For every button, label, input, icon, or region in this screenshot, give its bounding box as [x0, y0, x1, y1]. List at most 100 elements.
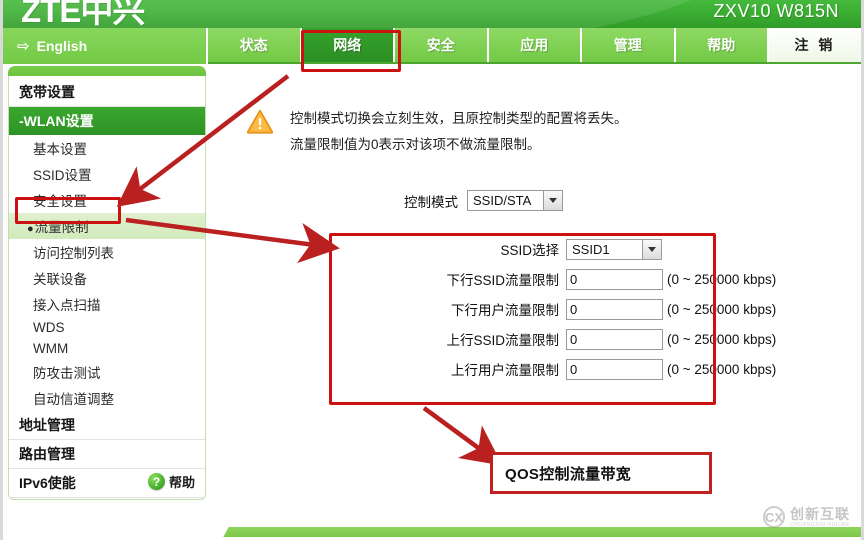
sidebar-item-access-control-list-label: 访问控制列表 — [33, 246, 114, 261]
sidebar-item-route-management[interactable]: 路由管理 — [9, 440, 205, 469]
sidebar: 宽带设置 -WLAN设置 基本设置 SSID设置 安全设置 ●流量限制 访问控制… — [8, 66, 206, 500]
uplink-ssid-limit-row: 上行SSID流量限制 (0 ~ 250000 kbps) — [334, 328, 834, 350]
downlink-user-limit-input[interactable] — [566, 298, 663, 320]
downlink-ssid-limit-input[interactable] — [566, 268, 663, 290]
sidebar-item-access-control-list[interactable]: 访问控制列表 — [9, 239, 205, 265]
arrow-right-icon: ⇨ — [17, 37, 30, 55]
notice-line-1: 控制模式切换会立刻生效，且原控制类型的配置将丢失。 — [290, 111, 628, 126]
page-left-border — [0, 0, 3, 540]
control-mode-label: 控制模式 — [404, 194, 458, 210]
tab-application[interactable]: 应用 — [488, 28, 582, 62]
router-admin-page: ZTE中兴 ZXV10 W815N ⇨ English 状态 网络 安全 应用 … — [0, 0, 864, 540]
downlink-user-limit-row: 下行用户流量限制 (0 ~ 250000 kbps) — [334, 298, 834, 320]
zte-logo: ZTE中兴 — [21, 0, 145, 28]
sidebar-item-address-management[interactable]: 地址管理 — [9, 411, 205, 440]
uplink-ssid-limit-label: 上行SSID流量限制 — [446, 333, 559, 348]
sidebar-header-strip — [8, 66, 206, 76]
annotation-callout-qos: QOS控制流量带宽 — [490, 452, 712, 494]
control-mode-row: 控制模式 SSID/STA — [404, 190, 563, 211]
footer-bar — [210, 527, 861, 537]
sidebar-help-label: 帮助 — [168, 475, 195, 490]
notice-block: 控制模式切换会立刻生效，且原控制类型的配置将丢失。 流量限制值为0表示对该项不做… — [246, 106, 628, 158]
notice-text: 控制模式切换会立刻生效，且原控制类型的配置将丢失。 流量限制值为0表示对该项不做… — [290, 106, 628, 158]
downlink-ssid-limit-label: 下行SSID流量限制 — [446, 273, 559, 288]
tab-security[interactable]: 安全 — [395, 28, 489, 62]
watermark-cn: 创新互联 — [790, 505, 850, 522]
uplink-user-limit-input[interactable] — [566, 358, 663, 380]
uplink-ssid-limit-input[interactable] — [566, 328, 663, 350]
language-switch-label: English — [36, 38, 88, 54]
tab-security-label: 安全 — [426, 37, 455, 53]
tab-help-label: 帮助 — [707, 37, 736, 53]
tab-help[interactable]: 帮助 — [675, 28, 769, 62]
chevron-down-icon[interactable] — [543, 191, 562, 210]
sidebar-item-wds[interactable]: WDS — [9, 317, 205, 338]
tab-network[interactable]: 网络 — [301, 28, 395, 62]
logout-label: 注 销 — [794, 37, 836, 53]
tab-management-label: 管理 — [613, 37, 642, 53]
uplink-user-limit-hint: (0 ~ 250000 kbps) — [667, 361, 777, 377]
sidebar-item-ssid-settings[interactable]: SSID设置 — [9, 161, 205, 187]
tab-status[interactable]: 状态 — [208, 28, 302, 62]
sidebar-item-ipv6-enable-label: IPv6使能 — [19, 475, 76, 491]
sidebar-item-ap-scan[interactable]: 接入点扫描 — [9, 291, 205, 317]
language-switch-english[interactable]: ⇨ English — [3, 28, 208, 64]
watermark-en: CHUANGXIN HULIAN — [790, 521, 850, 528]
sidebar-item-traffic-limit[interactable]: ●流量限制 — [9, 213, 205, 239]
sidebar-item-anti-attack-test-label: 防攻击测试 — [33, 366, 101, 381]
sidebar-item-broadband-label: 宽带设置 — [19, 84, 75, 100]
sidebar-item-security-settings-label: 安全设置 — [33, 194, 87, 209]
ssid-select[interactable]: SSID1 — [566, 238, 662, 260]
watermark-logo: CX — [763, 506, 785, 528]
tab-management[interactable]: 管理 — [582, 28, 676, 62]
sidebar-item-basic-settings-label: 基本设置 — [33, 142, 87, 157]
annotation-callout-qos-label: QOS控制流量带宽 — [505, 465, 632, 483]
sidebar-item-wlan-label: -WLAN设置 — [19, 113, 94, 129]
bullet-icon: ● — [27, 223, 34, 235]
watermark: CX 创新互联 CHUANGXIN HULIAN — [763, 506, 850, 528]
watermark-text: 创新互联 CHUANGXIN HULIAN — [790, 507, 850, 528]
sidebar-item-wds-label: WDS — [33, 320, 65, 335]
sidebar-item-auto-channel[interactable]: 自动信道调整 — [9, 385, 205, 411]
tab-network-label: 网络 — [333, 37, 362, 53]
sidebar-item-route-management-label: 路由管理 — [19, 446, 75, 462]
notice-line-2: 流量限制值为0表示对该项不做流量限制。 — [290, 137, 541, 152]
downlink-ssid-limit-hint: (0 ~ 250000 kbps) — [667, 271, 777, 287]
sidebar-item-wmm[interactable]: WMM — [9, 338, 205, 359]
tab-application-label: 应用 — [520, 37, 549, 53]
warning-triangle-icon — [246, 108, 274, 134]
page-header: ZTE中兴 ZXV10 W815N — [3, 0, 861, 28]
chevron-down-icon[interactable] — [642, 239, 661, 259]
sidebar-item-associated-devices[interactable]: 关联设备 — [9, 265, 205, 291]
device-model-label: ZXV10 W815N — [713, 1, 839, 21]
logout-button[interactable]: 注 销 — [769, 28, 861, 62]
sidebar-item-security-settings[interactable]: 安全设置 — [9, 187, 205, 213]
ssid-select-row: SSID选择 SSID1 — [334, 238, 834, 260]
sidebar-item-broadband[interactable]: 宽带设置 — [9, 78, 205, 107]
sidebar-item-associated-devices-label: 关联设备 — [33, 272, 87, 287]
question-mark-icon: ? — [147, 473, 165, 490]
sidebar-item-basic-settings[interactable]: 基本设置 — [9, 135, 205, 161]
sidebar-item-anti-attack-test[interactable]: 防攻击测试 — [9, 359, 205, 385]
main-navigation: ⇨ English 状态 网络 安全 应用 管理 帮助 注 销 — [3, 28, 861, 64]
tab-status-label: 状态 — [239, 37, 268, 53]
downlink-ssid-limit-row: 下行SSID流量限制 (0 ~ 250000 kbps) — [334, 268, 834, 290]
downlink-user-limit-hint: (0 ~ 250000 kbps) — [667, 301, 777, 317]
sidebar-item-address-management-label: 地址管理 — [19, 417, 75, 433]
sidebar-item-ssid-settings-label: SSID设置 — [33, 168, 92, 183]
traffic-limit-form: SSID选择 SSID1 下行SSID流量限制 (0 ~ 250000 kbps… — [334, 238, 834, 388]
sidebar-help-link[interactable]: ? 帮助 — [147, 472, 195, 491]
main-content: 控制模式切换会立刻生效，且原控制类型的配置将丢失。 流量限制值为0表示对该项不做… — [214, 66, 854, 500]
sidebar-menu: 宽带设置 -WLAN设置 基本设置 SSID设置 安全设置 ●流量限制 访问控制… — [8, 76, 206, 500]
sidebar-item-wlan[interactable]: -WLAN设置 — [9, 107, 205, 135]
ssid-select-value: SSID1 — [572, 241, 610, 257]
sidebar-item-auto-channel-label: 自动信道调整 — [33, 392, 114, 407]
control-mode-select[interactable]: SSID/STA — [467, 190, 563, 211]
control-mode-value: SSID/STA — [473, 193, 532, 208]
downlink-user-limit-label: 下行用户流量限制 — [451, 303, 559, 318]
sidebar-item-wmm-label: WMM — [33, 341, 69, 356]
sidebar-item-ap-scan-label: 接入点扫描 — [33, 298, 101, 313]
nav-tab-list: 状态 网络 安全 应用 管理 帮助 注 销 — [208, 28, 861, 62]
sidebar-item-traffic-limit-label: 流量限制 — [34, 220, 89, 235]
uplink-user-limit-row: 上行用户流量限制 (0 ~ 250000 kbps) — [334, 358, 834, 380]
